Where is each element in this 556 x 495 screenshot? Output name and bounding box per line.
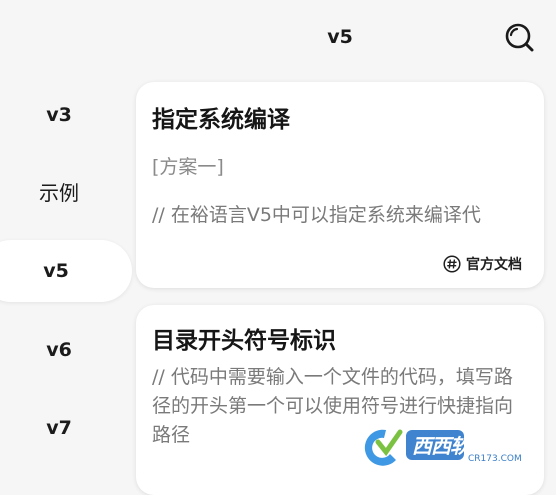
sidebar-item-label: v5 [43, 260, 69, 282]
sidebar-item-v6[interactable]: v6 [0, 319, 118, 381]
sidebar-item-label: 示例 [39, 181, 79, 205]
card-title: 指定系统编译 [152, 107, 290, 133]
watermark-subtext: CR173.COM [468, 454, 522, 464]
doc-card-system-compile[interactable]: 指定系统编译 [方案一] // 在裕语言V5中可以指定系统来编译代 官方文档 [136, 82, 544, 288]
sidebar-item-v7[interactable]: v7 [0, 397, 118, 459]
sidebar-item-label: v6 [46, 339, 72, 361]
site-watermark: 西西软件园 CR173.COM [356, 424, 538, 468]
search-button[interactable] [500, 18, 538, 56]
card-tag: [方案一] [152, 156, 224, 178]
sidebar-item-label: v3 [46, 104, 72, 126]
app-header: v5 [0, 0, 556, 72]
sidebar-item-label: v7 [46, 417, 72, 439]
version-sidebar: v3 示例 v5 v6 v7 [0, 76, 132, 478]
sidebar-item-v3[interactable]: v3 [0, 84, 118, 146]
doc-link-label: 官方文档 [466, 257, 522, 273]
sidebar-item-examples[interactable]: 示例 [0, 162, 118, 224]
official-docs-link[interactable]: 官方文档 [443, 254, 522, 274]
hashtag-icon [443, 255, 461, 273]
card-description: // 在裕语言V5中可以指定系统来编译代 [152, 204, 481, 226]
search-icon [505, 23, 534, 52]
sidebar-item-v5[interactable]: v5 [0, 240, 132, 302]
page-title: v5 [327, 26, 353, 48]
card-title: 目录开头符号标识 [152, 328, 336, 354]
